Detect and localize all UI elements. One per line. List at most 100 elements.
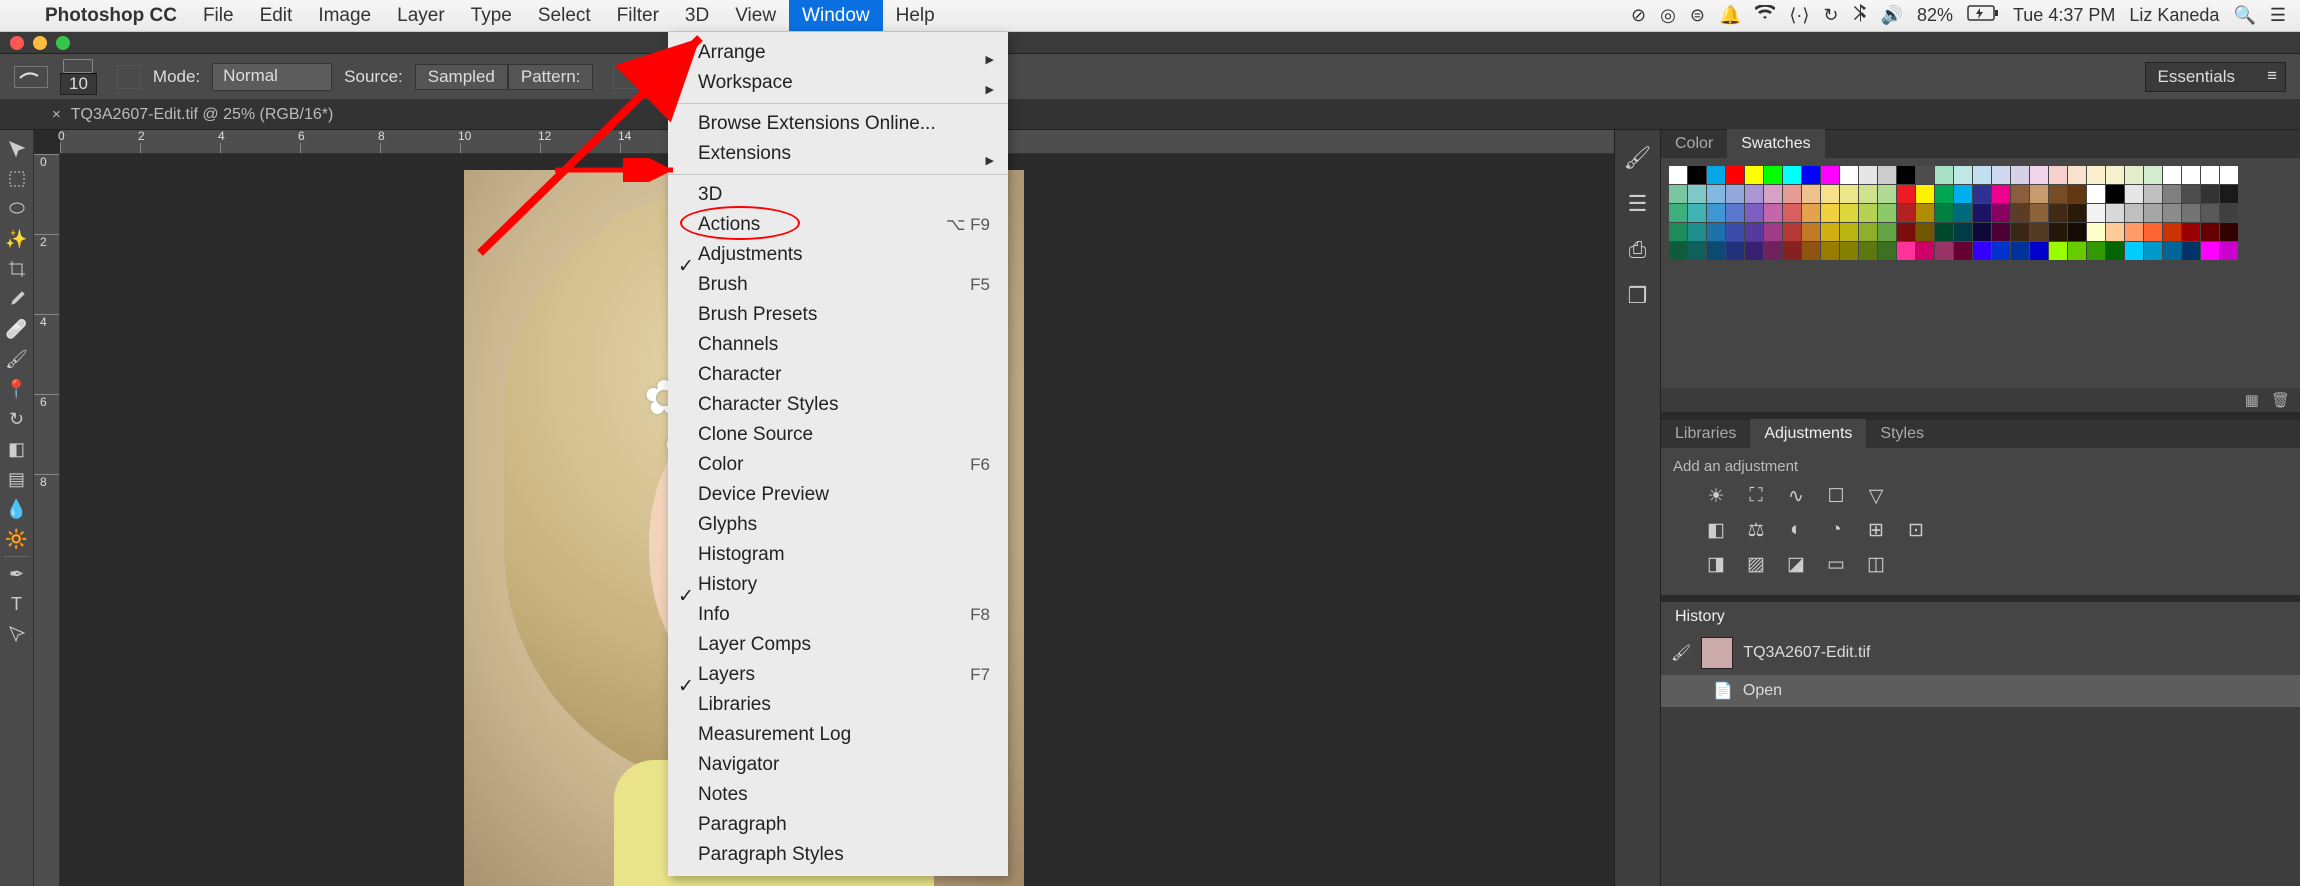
swatch[interactable] — [2049, 185, 2067, 203]
swatch[interactable] — [1688, 166, 1706, 184]
hue-sat-icon[interactable]: ◧ — [1703, 519, 1729, 545]
swatch[interactable] — [1707, 242, 1725, 260]
swatch[interactable] — [1669, 223, 1687, 241]
swatch[interactable] — [1707, 223, 1725, 241]
swatch[interactable] — [1973, 166, 1991, 184]
menubar-item-type[interactable]: Type — [458, 0, 525, 31]
window-menu-browse-extensions-online-[interactable]: Browse Extensions Online... — [668, 109, 1008, 139]
swatch[interactable] — [1954, 204, 1972, 222]
swatch[interactable] — [1764, 166, 1782, 184]
threshold-icon[interactable]: ◪ — [1783, 553, 1809, 579]
source-sampled[interactable]: Sampled — [415, 64, 508, 90]
swatch[interactable] — [1669, 242, 1687, 260]
brush-tool-icon[interactable]: 🖌 — [2, 344, 32, 374]
swatch[interactable] — [2201, 185, 2219, 203]
swatch[interactable] — [1954, 223, 1972, 241]
window-menu-channels[interactable]: Channels — [668, 330, 1008, 360]
window-menu-info[interactable]: InfoF8 — [668, 600, 1008, 630]
swatch[interactable] — [1973, 223, 1991, 241]
swatch[interactable] — [1897, 204, 1915, 222]
swatch[interactable] — [1992, 166, 2010, 184]
swatch[interactable] — [1764, 185, 1782, 203]
swatch[interactable] — [2182, 223, 2200, 241]
menubar-item-select[interactable]: Select — [525, 0, 604, 31]
window-menu-glyphs[interactable]: Glyphs — [668, 510, 1008, 540]
window-menu-character[interactable]: Character — [668, 360, 1008, 390]
menubar-item-window[interactable]: Window — [789, 0, 883, 31]
window-menu-device-preview[interactable]: Device Preview — [668, 480, 1008, 510]
swatch[interactable] — [1669, 185, 1687, 203]
minimize-window[interactable] — [33, 36, 47, 50]
window-menu-arrange[interactable]: Arrange — [668, 38, 1008, 68]
swatch[interactable] — [1745, 204, 1763, 222]
swatch[interactable] — [2125, 185, 2143, 203]
swatch[interactable] — [1859, 223, 1877, 241]
swatch[interactable] — [2049, 204, 2067, 222]
swatch[interactable] — [1916, 185, 1934, 203]
swatch[interactable] — [2201, 242, 2219, 260]
brush-preview[interactable] — [63, 59, 93, 73]
window-menu-paragraph[interactable]: Paragraph — [668, 810, 1008, 840]
channel-mixer-icon[interactable]: ⊞ — [1863, 519, 1889, 545]
swatch[interactable] — [2163, 223, 2181, 241]
swatch[interactable] — [1916, 166, 1934, 184]
swatch[interactable] — [2182, 204, 2200, 222]
swatch[interactable] — [2220, 166, 2238, 184]
path-select-tool-icon[interactable] — [2, 619, 32, 649]
swatch[interactable] — [1726, 204, 1744, 222]
history-brush-tool-icon[interactable]: ↻ — [2, 404, 32, 434]
cc-icon[interactable]: ◎ — [1660, 5, 1676, 26]
swatch[interactable] — [1821, 204, 1839, 222]
swatch[interactable] — [2087, 242, 2105, 260]
window-menu-adjustments[interactable]: Adjustments — [668, 240, 1008, 270]
swatch[interactable] — [2125, 242, 2143, 260]
menubar-item-view[interactable]: View — [722, 0, 789, 31]
username[interactable]: Liz Kaneda — [2129, 5, 2219, 26]
swatch[interactable] — [2201, 223, 2219, 241]
type-tool-icon[interactable]: T — [2, 589, 32, 619]
swatch[interactable] — [1859, 185, 1877, 203]
swatches-panel[interactable] — [1661, 158, 2300, 268]
swatch[interactable] — [2068, 242, 2086, 260]
swatch[interactable] — [1840, 185, 1858, 203]
swatch[interactable] — [1764, 223, 1782, 241]
swatch[interactable] — [1973, 185, 1991, 203]
swatch[interactable] — [1783, 166, 1801, 184]
swatch[interactable] — [1859, 204, 1877, 222]
swatch[interactable] — [1973, 242, 1991, 260]
swatch[interactable] — [1783, 242, 1801, 260]
spotlight-icon[interactable]: 🔍 — [2233, 5, 2255, 26]
swatch[interactable] — [1726, 242, 1744, 260]
menubar-item-help[interactable]: Help — [883, 0, 948, 31]
window-menu-3d[interactable]: 3D — [668, 180, 1008, 210]
swatch[interactable] — [1935, 185, 1953, 203]
swatch[interactable] — [2182, 185, 2200, 203]
window-menu-extensions[interactable]: Extensions — [668, 139, 1008, 169]
blur-tool-icon[interactable]: 💧 — [2, 494, 32, 524]
swatch[interactable] — [1878, 223, 1896, 241]
swatch[interactable] — [1669, 166, 1687, 184]
swatch[interactable] — [1878, 242, 1896, 260]
swatch[interactable] — [1840, 166, 1858, 184]
swatch[interactable] — [1935, 242, 1953, 260]
swatch[interactable] — [2068, 223, 2086, 241]
window-menu-measurement-log[interactable]: Measurement Log — [668, 720, 1008, 750]
dodge-tool-icon[interactable]: 🔆 — [2, 524, 32, 554]
swatch[interactable] — [1764, 204, 1782, 222]
aligned-checkbox[interactable] — [649, 69, 665, 85]
swatch[interactable] — [1764, 242, 1782, 260]
swatch[interactable] — [1745, 185, 1763, 203]
window-menu-actions[interactable]: Actions⌥ F9 — [668, 210, 1008, 240]
swatch[interactable] — [1859, 242, 1877, 260]
swatch[interactable] — [1802, 223, 1820, 241]
window-menu-layer-comps[interactable]: Layer Comps — [668, 630, 1008, 660]
swatch[interactable] — [2087, 204, 2105, 222]
swatch[interactable] — [2049, 166, 2067, 184]
invert-icon[interactable]: ◨ — [1703, 553, 1729, 579]
swatch[interactable] — [1992, 204, 2010, 222]
lasso-tool-icon[interactable] — [2, 194, 32, 224]
swatch[interactable] — [1897, 185, 1915, 203]
swatch[interactable] — [2011, 204, 2029, 222]
window-menu-histogram[interactable]: Histogram — [668, 540, 1008, 570]
swatch[interactable] — [2030, 204, 2048, 222]
